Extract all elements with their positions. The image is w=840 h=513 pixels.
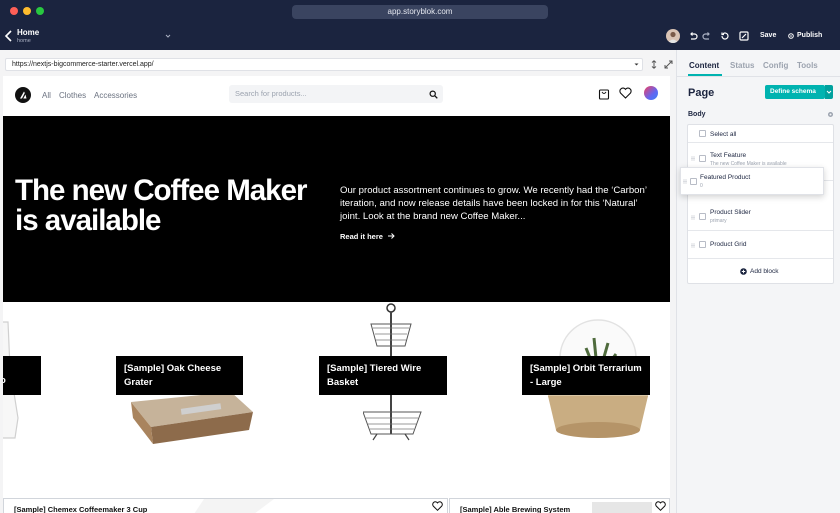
chemex-product-image (194, 499, 274, 513)
tab-divider (677, 76, 840, 77)
publish-button[interactable]: Publish (788, 32, 822, 39)
nav-link-accessories[interactable]: Accessories (94, 91, 137, 100)
chevron-down-icon (826, 90, 832, 94)
add-block-button[interactable]: Add block (740, 268, 779, 275)
save-button[interactable]: Save (760, 32, 776, 39)
nav-link-all[interactable]: All (42, 91, 51, 100)
plus-circle-icon (740, 268, 747, 275)
arrow-right-icon[interactable] (387, 232, 395, 240)
block-checkbox[interactable] (699, 155, 706, 162)
product-label[interactable]: [Sample] Oak Cheese Grater (116, 356, 243, 395)
history-icon[interactable] (720, 31, 730, 41)
add-block-label: Add block (750, 268, 779, 275)
drag-handle-icon[interactable] (691, 243, 695, 248)
schema-options-button[interactable] (825, 85, 833, 99)
block-name: Product Grid (710, 241, 747, 248)
product-card-title: [Sample] Chemex Coffeemaker 3 Cup (14, 505, 148, 513)
product-label-text: [Sample] Tiered Wire Basket (327, 363, 422, 388)
product-label-text: [Sample] Oak Cheese Grater (124, 363, 222, 388)
block-item-product-grid[interactable]: Product Grid (688, 231, 833, 259)
content-panel: Content Status Config Tools Page Define … (676, 50, 840, 513)
shopping-bag-icon[interactable] (598, 87, 610, 100)
product-card[interactable]: [Sample] Chemex Coffeemaker 3 Cup (3, 498, 448, 513)
block-item-product-slider[interactable]: Product Slider primary (688, 203, 833, 231)
dragging-block-featured-product[interactable]: Featured Product 0 (680, 167, 824, 195)
browser-address-bar[interactable]: app.storyblok.com (292, 5, 548, 19)
close-window-button[interactable] (10, 7, 18, 15)
url-dropdown-icon[interactable] (634, 62, 639, 67)
product-card-title: [Sample] Able Brewing System (460, 505, 571, 513)
story-slug: home (17, 38, 31, 44)
product-label[interactable]: [Sample] Tiered Wire Basket (319, 356, 447, 395)
body-field-label: Body (688, 111, 706, 118)
product-grid: [Sample] Chemex Coffeemaker 3 Cup [Sampl… (3, 498, 670, 513)
able-brewing-image (592, 502, 652, 513)
block-checkbox[interactable] (690, 178, 697, 185)
hero-description: Our product assortment continues to grow… (340, 185, 647, 223)
panel-heading: Page (688, 87, 715, 99)
hero-banner: The new Coffee Maker is available Our pr… (3, 116, 670, 302)
block-checkbox[interactable] (699, 241, 706, 248)
tab-status[interactable]: Status (730, 61, 754, 70)
publish-label: Publish (797, 32, 823, 39)
wishlist-heart-icon[interactable] (655, 501, 666, 511)
product-search-input[interactable]: Search for products... (229, 85, 443, 103)
resize-vertical-icon[interactable] (650, 60, 658, 69)
window-titlebar: app.storyblok.com (0, 0, 840, 22)
theme-toggle-icon[interactable] (644, 86, 658, 100)
block-name: Text Feature (710, 152, 747, 159)
product-card[interactable]: [Sample] Able Brewing System (449, 498, 670, 513)
drag-handle-icon[interactable] (691, 215, 695, 220)
tab-config[interactable]: Config (763, 61, 788, 70)
product-label[interactable]: o (3, 356, 41, 395)
tab-tools[interactable]: Tools (797, 61, 818, 70)
tab-content[interactable]: Content (689, 61, 719, 70)
back-arrow-icon[interactable] (4, 30, 14, 42)
preview-url-input[interactable]: https://nextjs-bigcommerce-starter.verce… (5, 58, 643, 71)
hero-title: The new Coffee Maker is available (15, 174, 307, 237)
nav-link-clothes[interactable]: Clothes (59, 91, 86, 100)
select-all-checkbox[interactable] (699, 130, 706, 137)
expand-icon[interactable] (664, 60, 673, 69)
product-label[interactable]: [Sample] Orbit Terrarium - Large (522, 356, 650, 395)
drag-handle-icon[interactable] (683, 179, 687, 184)
chevron-down-icon[interactable] (165, 33, 171, 39)
drag-handle-icon[interactable] (691, 156, 695, 161)
publish-icon (788, 32, 794, 39)
edit-icon[interactable] (739, 31, 749, 41)
product-label-text: o (3, 374, 6, 388)
zoom-window-button[interactable] (36, 7, 44, 15)
search-icon[interactable] (429, 90, 438, 99)
product-slider: o [Sample] Oak Cheese Grater [Sample] Ti… (3, 302, 670, 498)
block-name: Featured Product (700, 174, 751, 181)
minimize-window-button[interactable] (23, 7, 31, 15)
select-all-label: Select all (710, 131, 737, 138)
hero-read-link[interactable]: Read it here (340, 232, 383, 241)
block-preview-text: primary (710, 218, 727, 224)
store-logo[interactable] (15, 87, 31, 103)
product-label-text: [Sample] Orbit Terrarium - Large (530, 363, 642, 388)
define-schema-button[interactable]: Define schema (765, 85, 825, 99)
undo-icon[interactable] (688, 31, 698, 41)
wishlist-heart-icon[interactable] (619, 87, 632, 99)
gear-icon[interactable] (827, 111, 834, 118)
block-name: Product Slider (710, 209, 751, 216)
story-title[interactable]: Home (17, 28, 39, 37)
wishlist-heart-icon[interactable] (432, 501, 443, 511)
site-preview: All Clothes Accessories Search for produ… (3, 76, 670, 513)
redo-icon[interactable] (702, 31, 712, 41)
user-avatar[interactable] (666, 29, 680, 43)
app-header: Home home Save Publish (0, 22, 840, 50)
select-all-row[interactable]: Select all (688, 125, 833, 143)
body-blocks-list: Select all Text Feature The new Coffee M… (687, 124, 834, 284)
block-checkbox[interactable] (699, 213, 706, 220)
block-preview-text: 0 (700, 183, 703, 189)
